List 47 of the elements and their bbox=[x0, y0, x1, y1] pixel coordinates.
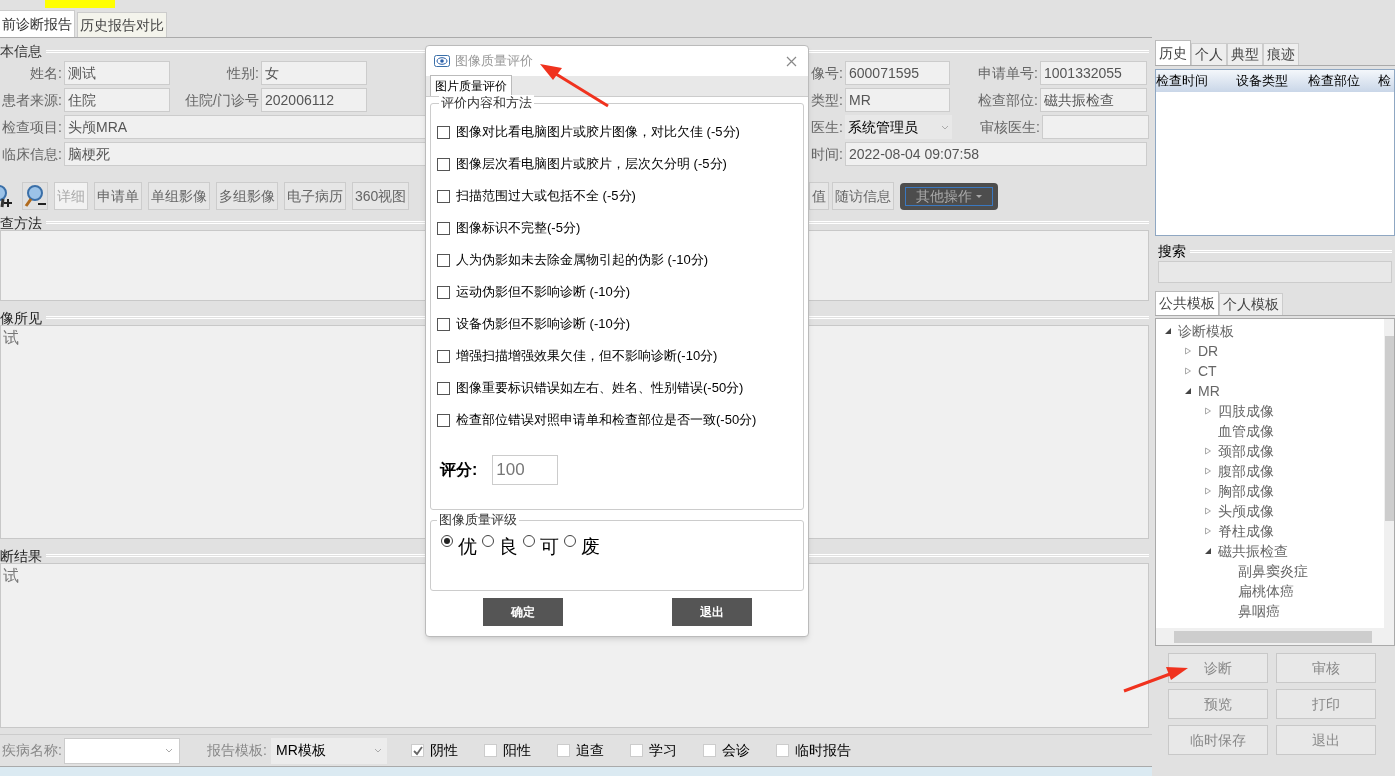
checkbox-label: 图像重要标识错误如左右、姓名、性别错误(-50分) bbox=[456, 379, 744, 398]
checkbox-label: 扫描范围过大或包括不全 (-5分) bbox=[456, 187, 636, 206]
checkbox-label: 临时报告 bbox=[795, 741, 851, 760]
field-label: 姓名: bbox=[29, 63, 62, 83]
text-area-content: 试 bbox=[3, 566, 19, 586]
field-label: 医生: bbox=[810, 117, 843, 137]
group-title: 图像质量评级 bbox=[437, 512, 519, 528]
radio-label: 可 bbox=[540, 535, 559, 559]
field-label: 报告模板: bbox=[206, 741, 267, 760]
checkbox-label: 增强扫描增强效果欠佳，但不影响诊断(-10分) bbox=[456, 347, 718, 366]
section-title: 像所见 bbox=[0, 310, 43, 325]
checkbox-label: 设备伪影但不影响诊断 (-10分) bbox=[456, 315, 631, 334]
group-title: 评价内容和方法 bbox=[439, 95, 534, 111]
field-label: 申请单号: bbox=[977, 63, 1038, 83]
checkbox-label: 阴性 bbox=[430, 741, 458, 760]
group-title: 本信息 bbox=[0, 44, 43, 58]
field-label: 像号: bbox=[810, 63, 843, 83]
checkbox-label: 人为伪影如未去除金属物引起的伪影 (-10分) bbox=[456, 251, 709, 270]
radio-label: 优 bbox=[458, 535, 477, 559]
field-label: 住院/门诊号 bbox=[184, 90, 259, 110]
group-title: 搜索 bbox=[1158, 244, 1187, 258]
checkbox-label: 运动伪影但不影响诊断 (-10分) bbox=[456, 283, 631, 302]
checkbox-label: 追查 bbox=[576, 741, 604, 760]
checkbox-label: 图像标识不完整(-5分) bbox=[456, 219, 581, 238]
dropdown-value: MR模板 bbox=[276, 741, 326, 760]
section-title: 断结果 bbox=[0, 548, 43, 563]
field-label: 患者来源: bbox=[1, 90, 62, 110]
field-label: 临床信息: bbox=[1, 144, 62, 164]
field-label: 时间: bbox=[810, 144, 843, 164]
field-label: 检查部位: bbox=[977, 90, 1038, 110]
dropdown-value: 系统管理员 bbox=[848, 117, 918, 137]
checkbox-label: 学习 bbox=[649, 741, 677, 760]
field-label: 类型: bbox=[810, 90, 843, 110]
field-label: 审核医生: bbox=[979, 117, 1040, 137]
section-title: 查方法 bbox=[0, 215, 43, 230]
checkbox-label: 检查部位错误对照申请单和检查部位是否一致(-50分) bbox=[456, 411, 757, 430]
checkbox-label: 阳性 bbox=[503, 741, 531, 760]
text-area-content: 试 bbox=[3, 328, 19, 348]
score-label: 评分: bbox=[440, 460, 478, 480]
field-label: 性别: bbox=[225, 63, 259, 83]
checkbox-label: 图像对比看电脑图片或胶片图像，对比欠佳 (-5分) bbox=[456, 123, 740, 142]
radio-label: 良 bbox=[499, 535, 518, 559]
field-label: 疾病名称: bbox=[1, 741, 62, 760]
field-label: 检查项目: bbox=[1, 117, 62, 137]
checkbox-label: 会诊 bbox=[722, 741, 750, 760]
radio-label: 废 bbox=[581, 535, 600, 559]
dialog-title: 图像质量评价 bbox=[455, 52, 533, 71]
